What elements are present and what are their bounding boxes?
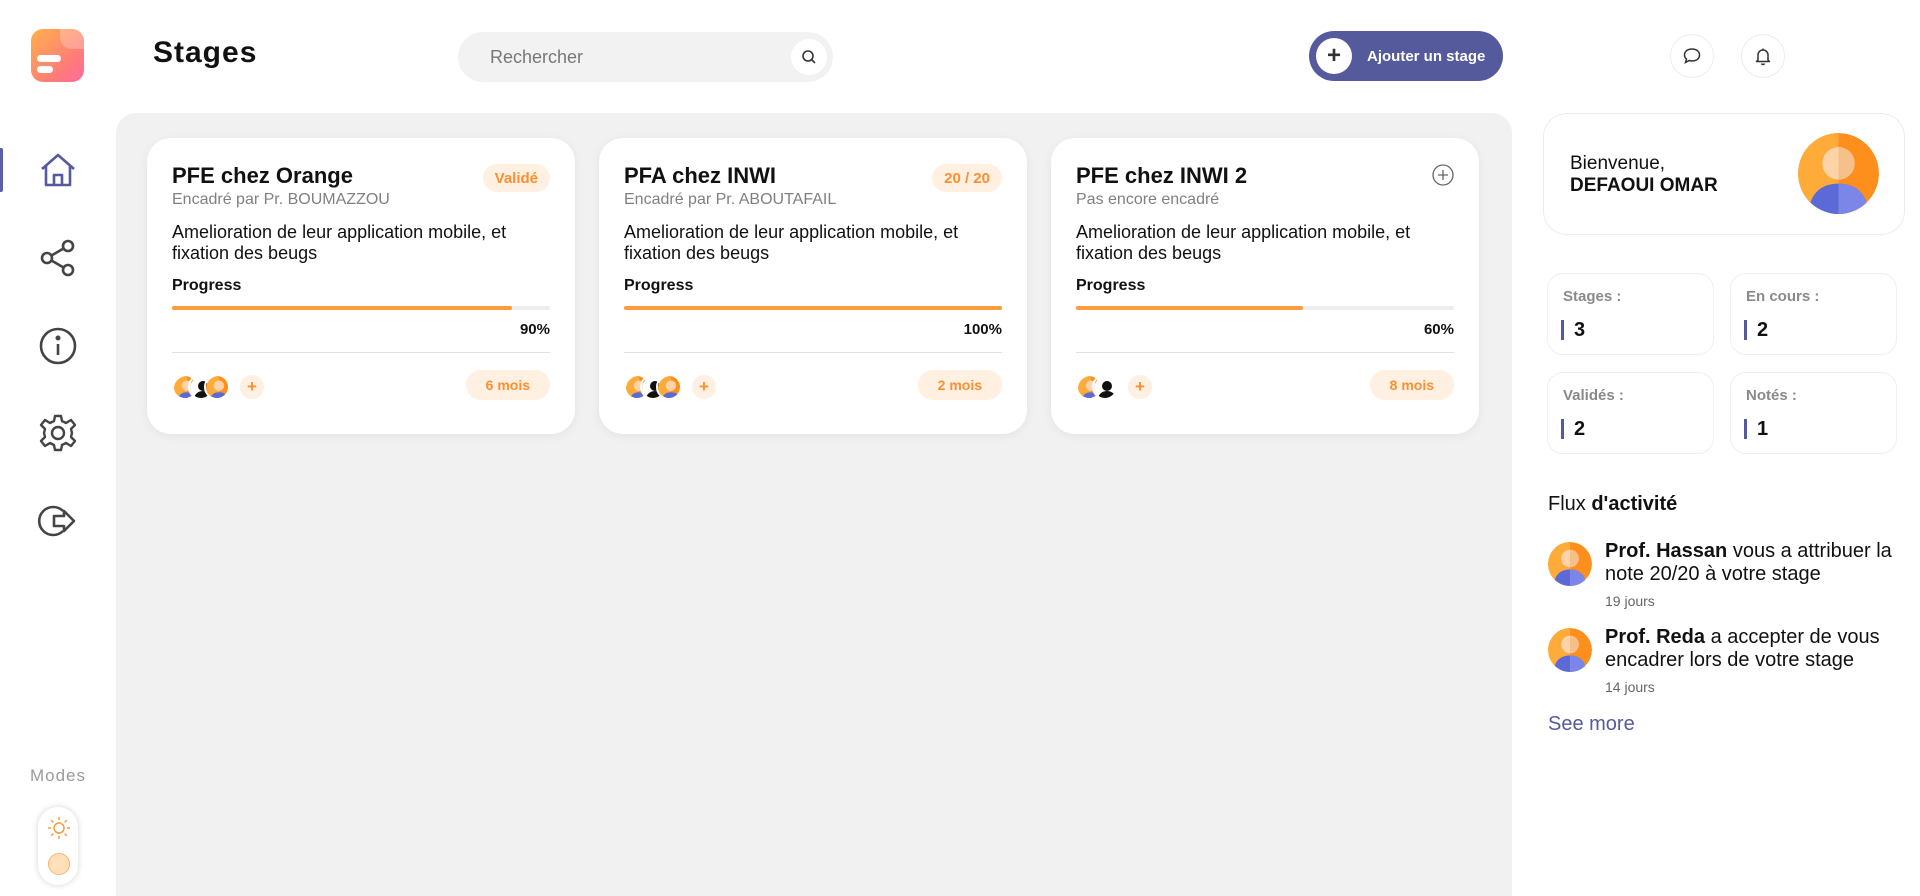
stat-label: Notés : bbox=[1746, 387, 1797, 404]
progress-fill bbox=[172, 306, 513, 310]
stat-en-cours: En cours : 2 bbox=[1730, 273, 1897, 355]
card-supervisor: Pas encore encadré bbox=[1076, 191, 1220, 208]
progress-label: Progress bbox=[172, 277, 242, 294]
activity-time: 19 jours bbox=[1605, 593, 1655, 609]
add-supervisor-icon[interactable] bbox=[1431, 163, 1455, 187]
progress-label: Progress bbox=[1076, 277, 1146, 294]
progress-bar bbox=[172, 306, 550, 310]
duration-badge: 8 mois bbox=[1369, 370, 1454, 400]
card-title: PFE chez INWI 2 bbox=[1076, 163, 1248, 188]
member-avatar[interactable] bbox=[1092, 374, 1118, 400]
sidebar-item-settings[interactable] bbox=[0, 403, 116, 463]
app-logo[interactable] bbox=[31, 29, 84, 82]
card-footer: + 2 mois bbox=[624, 370, 1002, 406]
add-stage-label: Ajouter un stage bbox=[1367, 47, 1486, 65]
progress-bar bbox=[624, 306, 1002, 310]
logout-icon bbox=[37, 505, 76, 537]
search-input[interactable] bbox=[490, 46, 770, 68]
card-footer: + 8 mois bbox=[1076, 370, 1454, 406]
welcome-greeting: Bienvenue, bbox=[1570, 153, 1666, 174]
card-description: Amelioration de leur application mobile,… bbox=[1076, 222, 1411, 263]
progress-label: Progress bbox=[624, 277, 694, 294]
stat-notes: Notés : 1 bbox=[1730, 372, 1897, 454]
activity-time: 14 jours bbox=[1605, 679, 1655, 695]
gear-icon bbox=[39, 414, 77, 452]
stat-value: 2 bbox=[1561, 419, 1585, 439]
member-avatar[interactable] bbox=[204, 374, 230, 400]
activity-avatar bbox=[1548, 628, 1592, 672]
stat-value: 3 bbox=[1561, 320, 1585, 340]
messages-button[interactable] bbox=[1670, 34, 1714, 78]
divider bbox=[1076, 352, 1454, 353]
bell-icon bbox=[1755, 48, 1771, 66]
sidebar-item-info[interactable] bbox=[0, 316, 116, 376]
theme-toggle[interactable] bbox=[37, 806, 79, 886]
chat-icon bbox=[1683, 48, 1701, 65]
stage-card[interactable]: PFE chez INWI 2 Pas encore encadré Ameli… bbox=[1051, 138, 1479, 434]
search-bar bbox=[458, 32, 833, 82]
status-badge: Validé bbox=[482, 164, 550, 192]
add-member-button[interactable]: + bbox=[240, 375, 264, 399]
page-title: Stages bbox=[153, 36, 258, 69]
stage-card[interactable]: 20 / 20 PFA chez INWI Encadré par Pr. AB… bbox=[599, 138, 1027, 434]
modes-label: Modes bbox=[29, 766, 87, 785]
search-button[interactable] bbox=[791, 39, 827, 75]
sidebar-item-home[interactable] bbox=[0, 140, 116, 200]
stat-valides: Validés : 2 bbox=[1547, 372, 1714, 454]
progress-percent: 100% bbox=[963, 321, 1002, 338]
card-description: Amelioration de leur application mobile,… bbox=[624, 222, 959, 263]
search-icon bbox=[802, 50, 816, 64]
card-description: Amelioration de leur application mobile,… bbox=[172, 222, 507, 263]
divider bbox=[624, 352, 1002, 353]
stat-value: 2 bbox=[1744, 320, 1768, 340]
stat-stages: Stages : 3 bbox=[1547, 273, 1714, 355]
add-member-button[interactable]: + bbox=[692, 375, 716, 399]
activity-item[interactable]: Prof. Reda a accepter de vous encadrer l… bbox=[1548, 626, 1908, 696]
home-icon bbox=[41, 153, 75, 187]
sidebar: Modes bbox=[0, 0, 116, 896]
activity-title: Flux d'activité bbox=[1548, 493, 1678, 515]
member-avatars: + bbox=[172, 374, 264, 400]
card-footer: + 6 mois bbox=[172, 370, 550, 406]
sidebar-item-logout[interactable] bbox=[0, 491, 116, 551]
share-icon bbox=[40, 239, 75, 277]
notifications-button[interactable] bbox=[1741, 34, 1785, 78]
stat-label: Stages : bbox=[1563, 288, 1622, 305]
duration-badge: 6 mois bbox=[465, 370, 550, 400]
card-supervisor: Encadré par Pr. ABOUTAFAIL bbox=[624, 191, 837, 208]
progress-bar bbox=[1076, 306, 1454, 310]
sun-icon bbox=[48, 817, 70, 839]
stat-label: Validés : bbox=[1563, 387, 1624, 404]
stat-label: En cours : bbox=[1746, 288, 1820, 305]
card-supervisor: Encadré par Pr. BOUMAZZOU bbox=[172, 191, 390, 208]
stat-value: 1 bbox=[1744, 419, 1768, 439]
welcome-card: Bienvenue, DEFAOUI OMAR bbox=[1543, 113, 1905, 235]
progress-fill bbox=[1076, 306, 1303, 310]
member-avatars: + bbox=[624, 374, 716, 400]
progress-fill bbox=[624, 306, 1002, 310]
stage-card[interactable]: Validé PFE chez Orange Encadré par Pr. B… bbox=[147, 138, 575, 434]
activity-item[interactable]: Prof. Hassan vous a attribuer la note 20… bbox=[1548, 540, 1908, 610]
divider bbox=[172, 352, 550, 353]
member-avatar[interactable] bbox=[656, 374, 682, 400]
activity-avatar bbox=[1548, 542, 1592, 586]
toggle-knob[interactable] bbox=[48, 853, 70, 875]
plus-icon: + bbox=[1316, 38, 1352, 74]
add-stage-button[interactable]: + Ajouter un stage bbox=[1309, 31, 1503, 81]
activity-text: Prof. Hassan vous a attribuer la note 20… bbox=[1605, 540, 1892, 585]
add-member-button[interactable]: + bbox=[1128, 375, 1152, 399]
see-more-link[interactable]: See more bbox=[1548, 713, 1635, 736]
activity-text: Prof. Reda a accepter de vous encadrer l… bbox=[1605, 626, 1880, 671]
duration-badge: 2 mois bbox=[917, 370, 1002, 400]
member-avatars: + bbox=[1076, 374, 1152, 400]
info-icon bbox=[39, 327, 77, 365]
user-name: DEFAOUI OMAR bbox=[1570, 175, 1718, 196]
progress-percent: 90% bbox=[519, 321, 550, 338]
avatar[interactable] bbox=[1798, 133, 1879, 214]
status-badge: 20 / 20 bbox=[932, 164, 1002, 192]
progress-percent: 60% bbox=[1423, 321, 1454, 338]
sidebar-item-share[interactable] bbox=[0, 228, 116, 288]
